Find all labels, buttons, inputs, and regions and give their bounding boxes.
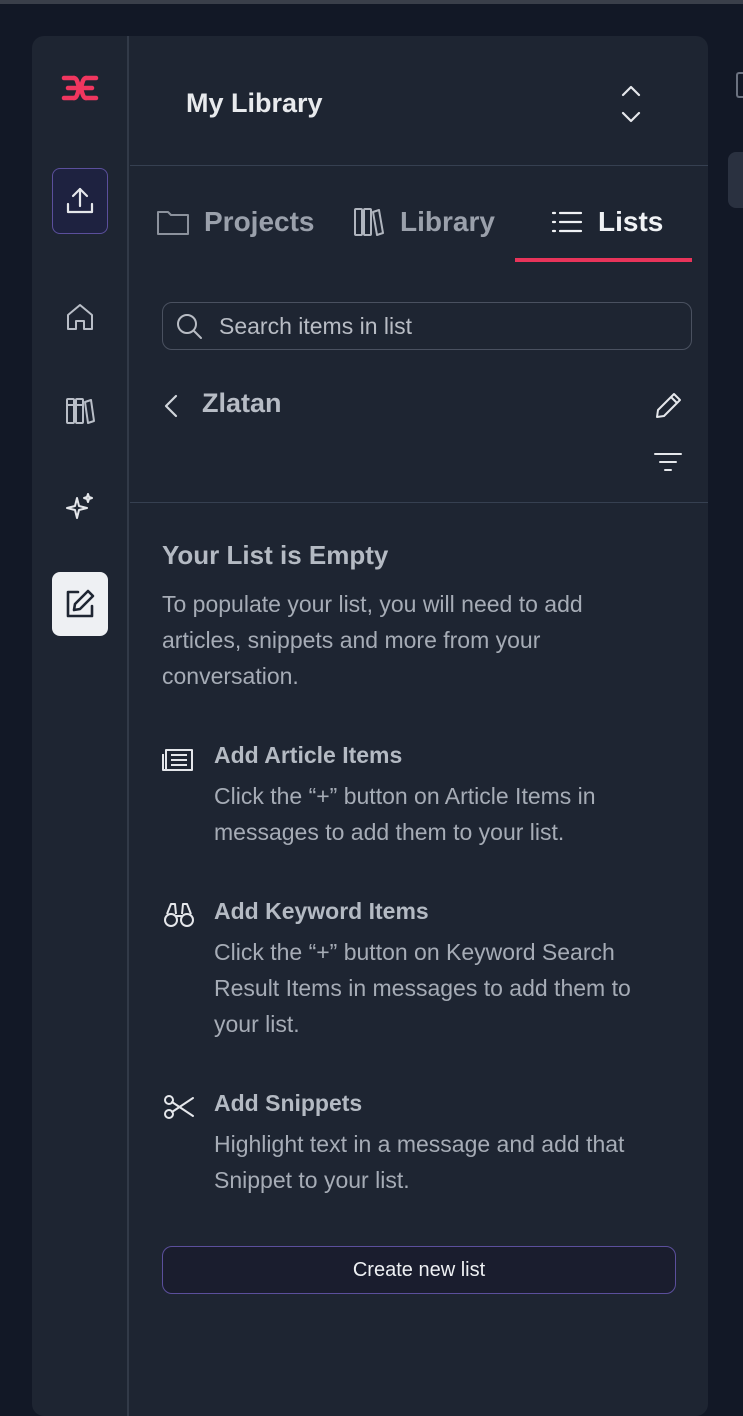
hint-text: Highlight text in a message and add that… (214, 1131, 625, 1193)
create-new-list-button[interactable]: Create new list (162, 1246, 676, 1294)
chevron-up-down-icon[interactable] (618, 84, 644, 124)
adjacent-panel-tab[interactable] (728, 152, 743, 208)
hint-title: Add Article Items (214, 742, 403, 768)
home-icon (67, 304, 93, 330)
list-icon (551, 211, 583, 233)
list-header: Zlatan (130, 376, 708, 503)
hint-text: Click the “+” button on Keyword Search R… (214, 939, 631, 1037)
folder-icon (157, 211, 189, 235)
panel-tabs: Projects Library Lists (130, 166, 708, 264)
tab-library-label: Library (400, 206, 495, 237)
empty-state-title: Your List is Empty (162, 540, 389, 570)
article-icon (162, 749, 193, 771)
upload-button[interactable] (52, 168, 108, 234)
binoculars-icon (164, 903, 194, 927)
tab-lists[interactable]: Lists (550, 206, 663, 238)
library-title: My Library (186, 88, 323, 118)
home-button[interactable] (52, 284, 108, 350)
adjacent-panel-icon (736, 72, 743, 98)
empty-state-description: To populate your list, you will need to … (162, 591, 583, 689)
books-icon (66, 398, 95, 424)
list-name: Zlatan (202, 388, 282, 418)
library-header: My Library (130, 36, 708, 166)
upload-icon (66, 187, 94, 214)
sparkles-icon (66, 493, 93, 519)
notes-button[interactable] (52, 572, 108, 636)
library-panel: My Library Projects Library Lists Search… (130, 36, 708, 1416)
tab-projects-label: Projects (204, 206, 315, 237)
library-app: My Library Projects Library Lists Search… (32, 36, 708, 1416)
books-icon (354, 208, 384, 236)
active-tab-indicator (515, 258, 692, 262)
search-icon (177, 314, 202, 339)
window-top-border (0, 0, 743, 4)
filter-icon[interactable] (652, 450, 684, 474)
tab-library[interactable]: Library (352, 206, 495, 238)
search-input[interactable] (219, 312, 679, 340)
hint-text: Click the “+” button on Article Items in… (214, 783, 596, 845)
scissors-icon (164, 1095, 194, 1119)
library-button[interactable] (52, 378, 108, 444)
icon-sidebar (32, 36, 129, 1416)
hint-title: Add Keyword Items (214, 898, 429, 924)
tab-projects[interactable]: Projects (156, 206, 315, 238)
pencil-icon[interactable] (654, 390, 684, 420)
tab-lists-label: Lists (598, 206, 664, 237)
ai-assistant-button[interactable] (52, 474, 108, 540)
chevron-left-icon[interactable] (160, 390, 182, 422)
search-box (162, 302, 692, 350)
edit-note-icon (66, 589, 95, 618)
hint-title: Add Snippets (214, 1090, 363, 1116)
app-logo-icon (61, 75, 99, 101)
